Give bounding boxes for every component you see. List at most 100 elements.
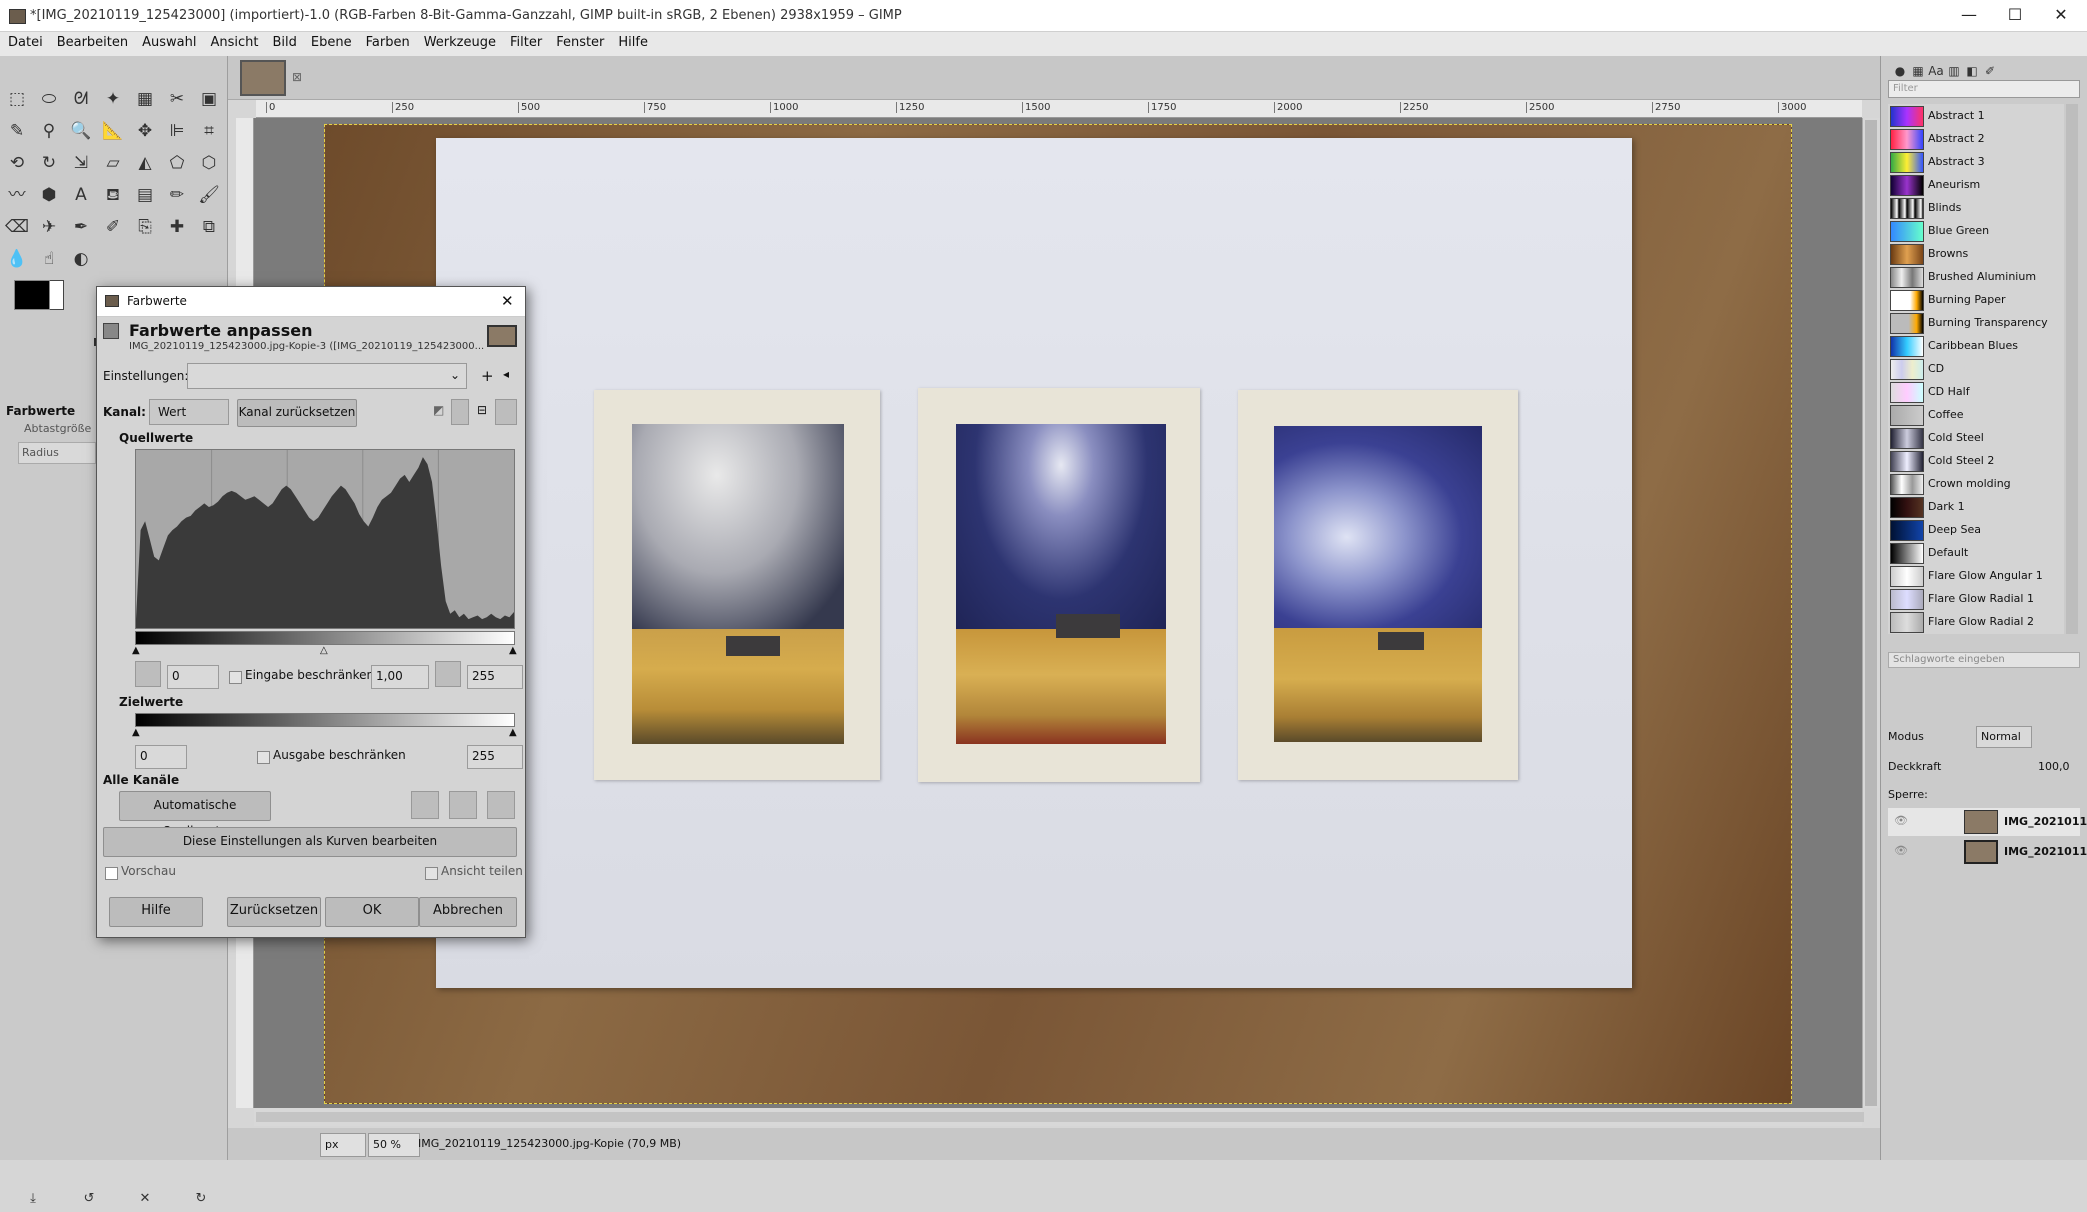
gamma-field[interactable]: 1,00 — [371, 665, 429, 689]
gradient-list-scrollbar[interactable] — [2066, 104, 2078, 634]
scissors-tool-icon[interactable]: ✂ — [164, 86, 190, 112]
maximize-button[interactable]: ☐ — [1992, 0, 2038, 32]
gradient-item[interactable]: Default — [1888, 541, 2064, 564]
histogram-scale-icon[interactable] — [495, 399, 517, 425]
gradient-item[interactable]: Burning Paper — [1888, 288, 2064, 311]
dodge-burn-tool-icon[interactable]: ◐ — [68, 246, 94, 272]
output-white-handle[interactable]: ▲ — [509, 727, 517, 738]
save-tool-preset-icon[interactable]: ⤓ — [20, 1186, 46, 1212]
foreground-color-swatch[interactable] — [14, 280, 50, 310]
preview-checkbox[interactable] — [105, 867, 118, 880]
foreground-select-tool-icon[interactable]: ▣ — [196, 86, 222, 112]
vertical-scrollbar-thumb[interactable] — [1865, 120, 1877, 1106]
output-black-handle[interactable]: ▲ — [132, 727, 140, 738]
mypaint-brush-tool-icon[interactable]: ✐ — [100, 214, 126, 240]
unified-transform-tool-icon[interactable]: ⟲ — [4, 150, 30, 176]
gradient-item[interactable]: Blue Green — [1888, 219, 2064, 242]
color-picker-tool-icon[interactable]: ⚲ — [36, 118, 62, 144]
input-white-handle[interactable]: ▲ — [509, 645, 517, 656]
move-tool-icon[interactable]: ✥ — [132, 118, 158, 144]
gradient-item[interactable]: Abstract 2 — [1888, 127, 2064, 150]
input-gamma-handle[interactable]: △ — [320, 645, 328, 656]
measure-tool-icon[interactable]: 📐 — [100, 118, 126, 144]
image-tab-thumbnail[interactable] — [240, 60, 286, 96]
layer-mode-select[interactable]: Normal — [1976, 726, 2032, 748]
menu-fenster[interactable]: Fenster — [548, 32, 610, 50]
gradient-tool-icon[interactable]: ▤ — [132, 182, 158, 208]
menu-auswahl[interactable]: Auswahl — [134, 32, 202, 50]
menu-werkzeuge[interactable]: Werkzeuge — [416, 32, 502, 50]
horizontal-scrollbar-thumb[interactable] — [256, 1112, 1864, 1122]
gradient-item[interactable]: Abstract 1 — [1888, 104, 2064, 127]
layer-row-2[interactable]: 👁 IMG_2021011 — [1888, 838, 2087, 866]
airbrush-tool-icon[interactable]: ✈ — [36, 214, 62, 240]
handle-transform-tool-icon[interactable]: ⬢ — [36, 182, 62, 208]
close-tab-icon[interactable]: ⊠ — [292, 70, 302, 84]
perspective-tool-icon[interactable]: ⬠ — [164, 150, 190, 176]
output-low-field[interactable]: 0 — [135, 745, 187, 769]
gradient-item[interactable]: Cold Steel — [1888, 426, 2064, 449]
ok-button[interactable]: OK — [325, 897, 419, 927]
histogram-view-icon[interactable]: ⊟ — [477, 403, 487, 417]
gradient-item[interactable]: Brushed Aluminium — [1888, 265, 2064, 288]
menu-bild[interactable]: Bild — [265, 32, 303, 50]
fuzzy-select-tool-icon[interactable]: ✦ — [100, 86, 126, 112]
flip-tool-icon[interactable]: ◭ — [132, 150, 158, 176]
delete-tool-preset-icon[interactable]: ✕ — [132, 1186, 158, 1212]
align-tool-icon[interactable]: ⊫ — [164, 118, 190, 144]
gradient-tag-input[interactable]: Schlagworte eingeben — [1888, 652, 2080, 668]
color-select-tool-icon[interactable]: ▦ — [132, 86, 158, 112]
paintbrush-tool-icon[interactable]: 🖌 — [196, 182, 222, 208]
dialog-close-button[interactable]: ✕ — [501, 292, 514, 310]
menu-bearbeiten[interactable]: Bearbeiten — [49, 32, 134, 50]
scale-tool-icon[interactable]: ⇲ — [68, 150, 94, 176]
zoom-select[interactable]: 50 % — [368, 1133, 420, 1157]
gradient-item[interactable]: Caribbean Blues — [1888, 334, 2064, 357]
preset-menu-icon[interactable]: ◂ — [503, 367, 509, 381]
layer-row-1[interactable]: 👁 IMG_2021011 — [1888, 808, 2087, 836]
minimize-button[interactable]: — — [1946, 0, 1992, 32]
ink-tool-icon[interactable]: ✒ — [68, 214, 94, 240]
free-select-tool-icon[interactable]: ᘛ — [68, 86, 94, 112]
close-window-button[interactable]: ✕ — [2038, 0, 2084, 32]
text-tool-icon[interactable]: A — [68, 182, 94, 208]
reset-button[interactable]: Zurücksetzen — [227, 897, 321, 927]
gradient-item[interactable]: Aneurism — [1888, 173, 2064, 196]
perspective-clone-tool-icon[interactable]: ⧉ — [196, 214, 222, 240]
gradient-item[interactable]: CD Half — [1888, 380, 2064, 403]
menu-farben[interactable]: Farben — [358, 32, 416, 50]
layer-visibility-eye-icon[interactable]: 👁 — [1894, 844, 1908, 857]
linear-histogram-icon[interactable]: ◩ — [433, 403, 444, 417]
clamp-output-checkbox[interactable] — [257, 751, 270, 764]
warp-tool-icon[interactable]: 〰 — [4, 182, 30, 208]
eraser-tool-icon[interactable]: ⌫ — [4, 214, 30, 240]
menu-ebene[interactable]: Ebene — [303, 32, 358, 50]
gradient-item[interactable]: Burning Transparency — [1888, 311, 2064, 334]
gradient-item[interactable]: Coffee — [1888, 403, 2064, 426]
gradient-item[interactable]: CD — [1888, 357, 2064, 380]
menu-hilfe[interactable]: Hilfe — [610, 32, 654, 50]
split-view-checkbox[interactable] — [425, 867, 438, 880]
add-preset-icon[interactable]: + — [481, 367, 494, 385]
gradient-item[interactable]: Cold Steel 2 — [1888, 449, 2064, 472]
radius-field[interactable]: Radius — [18, 442, 96, 464]
auto-input-levels-button[interactable]: Automatische Quellwerte — [119, 791, 271, 838]
heal-tool-icon[interactable]: ✚ — [164, 214, 190, 240]
menu-ansicht[interactable]: Ansicht — [202, 32, 264, 50]
rect-select-tool-icon[interactable]: ⬚ — [4, 86, 30, 112]
cage-tool-icon[interactable]: ⬡ — [196, 150, 222, 176]
settings-preset-select[interactable]: ⌄ — [187, 363, 467, 389]
menu-filter[interactable]: Filter — [502, 32, 548, 50]
reset-channel-button[interactable]: Kanal zurücksetzen — [237, 399, 357, 427]
input-black-handle[interactable]: ▲ — [132, 645, 140, 656]
restore-tool-preset-icon[interactable]: ↺ — [76, 1186, 102, 1212]
gradient-item[interactable]: Flare Glow Angular 1 — [1888, 564, 2064, 587]
input-high-field[interactable]: 255 — [467, 665, 523, 689]
unit-select[interactable]: px — [320, 1133, 366, 1157]
clamp-input-checkbox[interactable] — [229, 671, 242, 684]
cancel-button[interactable]: Abbrechen — [419, 897, 517, 927]
gradient-item[interactable]: Flare Glow Radial 1 — [1888, 587, 2064, 610]
gradient-filter-input[interactable]: Filter — [1888, 80, 2080, 98]
bucket-fill-tool-icon[interactable]: ⛾ — [100, 182, 126, 208]
zoom-tool-icon[interactable]: 🔍 — [68, 118, 94, 144]
